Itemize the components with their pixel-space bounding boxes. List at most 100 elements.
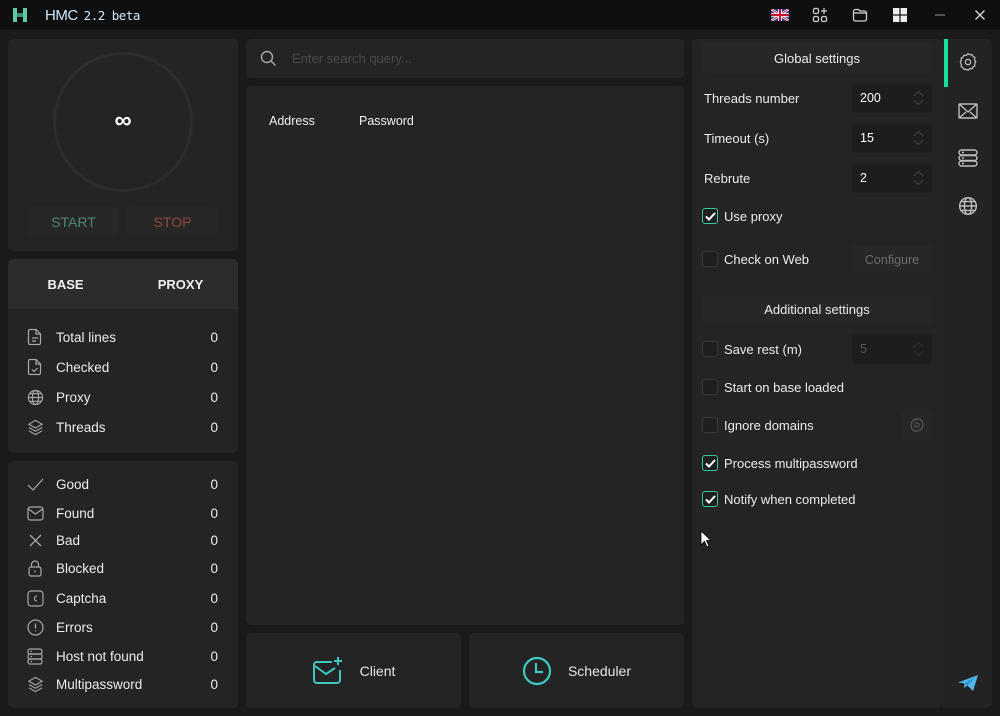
captcha-icon bbox=[26, 589, 44, 607]
spinner-arrows-icon[interactable] bbox=[913, 130, 924, 146]
ignore-domains-settings-button[interactable] bbox=[902, 410, 932, 440]
threads-number-stepper[interactable]: 200 bbox=[852, 83, 932, 113]
result-label: Good bbox=[56, 476, 90, 492]
result-value: 0 bbox=[210, 476, 218, 492]
nav-mail[interactable] bbox=[956, 99, 980, 123]
result-value: 0 bbox=[210, 560, 218, 576]
stat-value: 0 bbox=[210, 419, 218, 435]
save-rest-checkbox[interactable]: Save rest (m) bbox=[702, 340, 802, 358]
result-found: Found 0 bbox=[8, 501, 238, 525]
checkbox-box[interactable] bbox=[702, 251, 718, 267]
timeout-stepper[interactable]: 15 bbox=[852, 123, 932, 153]
windows-button[interactable] bbox=[889, 5, 911, 25]
start-on-base-loaded-checkbox[interactable]: Start on base loaded bbox=[702, 378, 844, 396]
search-icon bbox=[260, 50, 276, 66]
globe-icon bbox=[27, 389, 43, 405]
global-settings-header: Global settings bbox=[702, 43, 932, 73]
save-rest-label: Save rest (m) bbox=[724, 341, 803, 357]
additional-settings-header: Additional settings bbox=[702, 294, 932, 324]
rebrute-stepper[interactable]: 2 bbox=[852, 163, 932, 193]
nav-settings[interactable] bbox=[956, 50, 980, 74]
app-logo-icon bbox=[13, 8, 27, 22]
checkbox-box[interactable] bbox=[702, 417, 718, 433]
check-icon bbox=[27, 478, 43, 491]
spinner-arrows-icon[interactable] bbox=[913, 90, 924, 106]
result-value: 0 bbox=[210, 590, 218, 606]
stat-label: Proxy bbox=[56, 389, 91, 405]
app-version: 2.2 beta bbox=[83, 8, 141, 23]
result-label: Bad bbox=[56, 532, 81, 548]
progress-value: ∞ bbox=[114, 106, 132, 134]
file-check-icon bbox=[27, 358, 42, 376]
close-button[interactable] bbox=[969, 5, 991, 25]
use-proxy-checkbox[interactable]: Use proxy bbox=[702, 207, 783, 225]
stop-button[interactable]: STOP bbox=[127, 207, 218, 236]
stats-tabs: BASE PROXY bbox=[8, 259, 238, 309]
check-on-web-checkbox[interactable]: Check on Web bbox=[702, 250, 809, 268]
stat-threads: Threads 0 bbox=[8, 415, 238, 439]
language-button[interactable] bbox=[769, 5, 791, 25]
tab-proxy[interactable]: PROXY bbox=[123, 259, 238, 309]
stat-checked: Checked 0 bbox=[8, 355, 238, 379]
progress-ring: ∞ bbox=[53, 52, 193, 192]
clock-icon bbox=[522, 656, 552, 685]
telegram-button[interactable] bbox=[956, 671, 980, 695]
result-value: 0 bbox=[210, 505, 218, 521]
apps-add-button[interactable] bbox=[809, 5, 831, 25]
timeout-label: Timeout (s) bbox=[704, 131, 770, 146]
column-header-password[interactable]: Password bbox=[359, 114, 414, 128]
save-rest-stepper[interactable]: 5 bbox=[852, 334, 932, 364]
checkbox-box[interactable] bbox=[702, 341, 718, 357]
result-label: Multipassword bbox=[56, 676, 143, 692]
mail-add-icon bbox=[312, 656, 342, 684]
column-header-address[interactable]: Address bbox=[269, 114, 315, 128]
ignore-domains-checkbox[interactable]: Ignore domains bbox=[702, 416, 814, 434]
result-good: Good 0 bbox=[8, 472, 238, 496]
minimize-button[interactable] bbox=[929, 5, 951, 25]
stat-value: 0 bbox=[210, 389, 218, 405]
client-label: Client bbox=[359, 662, 396, 679]
stat-total-lines: Total lines 0 bbox=[8, 325, 238, 349]
uk-flag-icon bbox=[771, 9, 789, 21]
stat-label: Threads bbox=[56, 419, 106, 435]
settings-panel: Global settings Threads number 200 Timeo… bbox=[692, 39, 942, 708]
app-title: HMC 2.2 beta bbox=[45, 7, 140, 24]
notify-when-completed-checkbox[interactable]: Notify when completed bbox=[702, 490, 856, 508]
lock-icon bbox=[28, 559, 42, 577]
result-value: 0 bbox=[210, 532, 218, 548]
app-name: HMC bbox=[45, 7, 78, 24]
notify-when-completed-label: Notify when completed bbox=[724, 491, 856, 507]
apps-add-icon bbox=[812, 7, 828, 23]
checkbox-box[interactable] bbox=[702, 491, 718, 507]
control-panel: ∞ START STOP bbox=[8, 39, 238, 251]
nav-database[interactable] bbox=[956, 146, 980, 170]
process-multipassword-checkbox[interactable]: Process multipassword bbox=[702, 454, 858, 472]
checkbox-box[interactable] bbox=[702, 455, 718, 471]
tab-base[interactable]: BASE bbox=[8, 259, 123, 309]
configure-button[interactable]: Configure bbox=[852, 245, 932, 274]
checkbox-box[interactable] bbox=[702, 379, 718, 395]
server-icon bbox=[27, 647, 43, 665]
minimize-icon bbox=[935, 14, 945, 16]
checkbox-box[interactable] bbox=[702, 208, 718, 224]
result-host-not-found: Host not found 0 bbox=[8, 644, 238, 668]
nav-proxy[interactable] bbox=[956, 194, 980, 218]
title-bar: HMC 2.2 beta bbox=[0, 0, 1000, 30]
client-button[interactable]: Client bbox=[246, 633, 461, 708]
globe-icon bbox=[958, 196, 978, 216]
start-button[interactable]: START bbox=[28, 207, 119, 236]
layers-icon bbox=[27, 676, 43, 692]
settings-icon bbox=[959, 52, 977, 72]
scheduler-button[interactable]: Scheduler bbox=[469, 633, 684, 708]
results-table: Address Password bbox=[246, 86, 684, 625]
search-input[interactable] bbox=[292, 39, 672, 78]
result-multipassword: Multipassword 0 bbox=[8, 672, 238, 696]
checkmark-icon bbox=[704, 494, 716, 504]
result-value: 0 bbox=[210, 676, 218, 692]
gear-icon bbox=[910, 417, 924, 433]
spinner-arrows-icon[interactable] bbox=[913, 170, 924, 186]
spinner-arrows-icon[interactable] bbox=[913, 341, 924, 357]
nav-active-indicator bbox=[944, 39, 948, 87]
open-folder-button[interactable] bbox=[849, 5, 871, 25]
mail-icon bbox=[26, 505, 44, 521]
